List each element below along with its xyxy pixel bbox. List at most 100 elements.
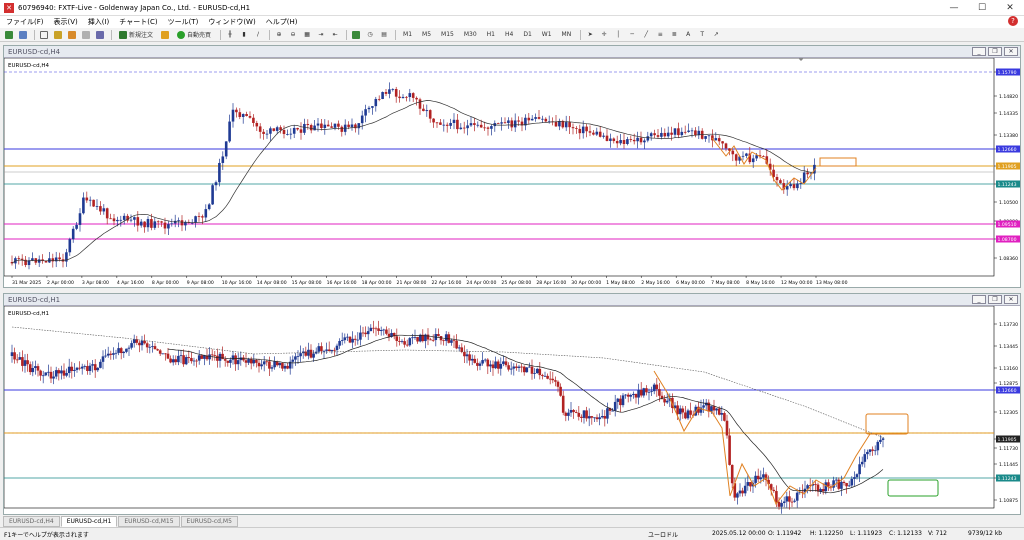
timeframe-m30[interactable]: M30	[460, 29, 481, 41]
timeframe-d1[interactable]: D1	[519, 29, 535, 41]
menu-insert[interactable]: 挿入(I)	[88, 17, 110, 27]
chart-symbol-label: EURUSD-cd,H1	[8, 311, 49, 317]
menu-view[interactable]: 表示(V)	[54, 17, 78, 27]
tile-windows-icon[interactable]: ▦	[301, 29, 313, 41]
h4-candle	[262, 131, 265, 134]
candlestick-icon[interactable]: ▮	[238, 29, 250, 41]
channel-icon[interactable]: ≡	[654, 29, 666, 41]
h4-candle	[785, 186, 789, 190]
h4-date-label: 9 Apr 08:00	[187, 280, 214, 286]
market-watch-icon[interactable]	[38, 29, 50, 41]
autoscroll-icon[interactable]: ⇥	[315, 29, 327, 41]
window-restore-button[interactable]: ❐	[988, 47, 1002, 56]
templates-icon[interactable]: ▤	[378, 29, 390, 41]
h4-candle	[391, 89, 395, 90]
menu-help[interactable]: ヘルプ(H)	[266, 17, 298, 27]
window-close-button[interactable]: ✕	[1004, 295, 1018, 304]
h1-candle	[551, 378, 555, 381]
minimize-button[interactable]: —	[940, 0, 968, 16]
menu-file[interactable]: ファイル(F)	[6, 17, 44, 27]
h4-candle	[646, 136, 650, 141]
timeframe-m1[interactable]: M1	[399, 29, 416, 41]
tab-eurusd-m5[interactable]: EURUSD-cd,M5	[180, 516, 238, 527]
crosshair-icon[interactable]: ✛	[598, 29, 610, 41]
window-title: 60796940: FXTF-Live - Goldenway Japan Co…	[18, 3, 251, 12]
new-chart-icon[interactable]	[3, 29, 15, 41]
status-high: H: 1.12250	[810, 530, 844, 537]
h4-candle	[296, 127, 299, 130]
chart-shift-icon[interactable]: ⇤	[329, 29, 341, 41]
window-restore-button[interactable]: ❐	[988, 295, 1002, 304]
metaeditor-icon[interactable]	[159, 29, 171, 41]
h4-candle	[37, 259, 41, 263]
chart-window-h1[interactable]: EURUSD-cd,H1 _ ❐ ✕ EURUSD-cd,H1 1.13730 1.…	[3, 293, 1021, 515]
h1-candle	[840, 481, 843, 489]
timeframe-m5[interactable]: M5	[418, 29, 435, 41]
vertical-line-icon[interactable]: │	[612, 29, 624, 41]
tab-eurusd-m15[interactable]: EURUSD-cd,M15	[118, 516, 180, 527]
window-minimize-button[interactable]: _	[972, 295, 986, 304]
h4-date-label: 25 Apr 08:00	[501, 280, 531, 286]
fibonacci-icon[interactable]: ≣	[668, 29, 680, 41]
zoom-in-icon[interactable]: ⊕	[273, 29, 285, 41]
candlestick-chart-h4[interactable]: EURUSD-cd,H4 1.15790 1.14820 1.14335 1.13380…	[4, 58, 1020, 288]
close-button[interactable]: ✕	[996, 0, 1024, 16]
h1-candle	[863, 454, 867, 462]
h1-candle	[749, 482, 752, 487]
periods-icon[interactable]: ◷	[364, 29, 376, 41]
h1-price-label: 1.13160	[999, 366, 1018, 372]
tab-eurusd-h1[interactable]: EURUSD-cd,H1	[60, 516, 118, 527]
h1-candle	[309, 349, 313, 358]
h4-candle	[214, 182, 218, 186]
help-icon[interactable]: ?	[1008, 16, 1018, 26]
timeframe-h4[interactable]: H4	[501, 29, 517, 41]
h1-candle	[234, 355, 237, 365]
profiles-icon[interactable]	[17, 29, 29, 41]
window-close-button[interactable]: ✕	[1004, 47, 1018, 56]
menu-tools[interactable]: ツール(T)	[168, 17, 199, 27]
menu-chart[interactable]: チャート(C)	[119, 17, 157, 27]
window-minimize-button[interactable]: _	[972, 47, 986, 56]
indicators-icon[interactable]	[350, 29, 362, 41]
h4-candle	[17, 258, 21, 259]
h1-candle	[788, 496, 791, 502]
h1-candle	[210, 354, 214, 356]
tab-eurusd-h4[interactable]: EURUSD-cd,H4	[3, 516, 60, 527]
h1-candle	[541, 375, 544, 377]
timeframe-w1[interactable]: W1	[538, 29, 556, 41]
auto-trade-button[interactable]: 自動売買	[173, 29, 215, 41]
cursor-icon[interactable]: ➤	[584, 29, 596, 41]
navigator-icon[interactable]	[66, 29, 78, 41]
h4-price-label: 1.11905	[998, 164, 1017, 170]
terminal-icon[interactable]	[80, 29, 92, 41]
text-icon[interactable]: A	[682, 29, 694, 41]
h4-candle	[466, 125, 469, 129]
bar-chart-icon[interactable]: ╫	[224, 29, 236, 41]
h1-candle	[619, 398, 622, 406]
chart-window-h4[interactable]: EURUSD-cd,H4 _ ❐ ✕ EURUSD-cd,H4 1.15790 1.…	[3, 45, 1021, 288]
menu-window[interactable]: ウィンドウ(W)	[208, 17, 255, 27]
strategy-tester-icon[interactable]	[94, 29, 106, 41]
h1-price-label: 1.12875	[999, 381, 1018, 387]
zoom-out-icon[interactable]: ⊖	[287, 29, 299, 41]
line-chart-icon[interactable]: ∕	[252, 29, 264, 41]
timeframe-m15[interactable]: M15	[437, 29, 458, 41]
horizontal-line-icon[interactable]: ─	[626, 29, 638, 41]
h1-candle	[499, 363, 503, 369]
h4-candle	[432, 118, 435, 123]
arrows-icon[interactable]: ↗	[710, 29, 722, 41]
trendline-icon[interactable]: ╱	[640, 29, 652, 41]
text-label-icon[interactable]: T	[696, 29, 708, 41]
data-window-icon[interactable]	[52, 29, 64, 41]
timeframe-h1[interactable]: H1	[483, 29, 499, 41]
h4-candle	[340, 126, 344, 132]
h1-candle	[338, 340, 341, 346]
maximize-button[interactable]: ☐	[968, 0, 996, 16]
h4-candle	[422, 108, 425, 112]
h4-date-label: 6 May 00:00	[676, 280, 705, 286]
candlestick-chart-h1[interactable]: EURUSD-cd,H1 1.13730 1.13445 1.13160 1.12875…	[4, 306, 1020, 515]
h4-candle	[806, 172, 809, 175]
h1-candle	[772, 489, 776, 492]
new-order-button[interactable]: 新規注文	[115, 29, 157, 41]
timeframe-mn[interactable]: MN	[558, 29, 576, 41]
